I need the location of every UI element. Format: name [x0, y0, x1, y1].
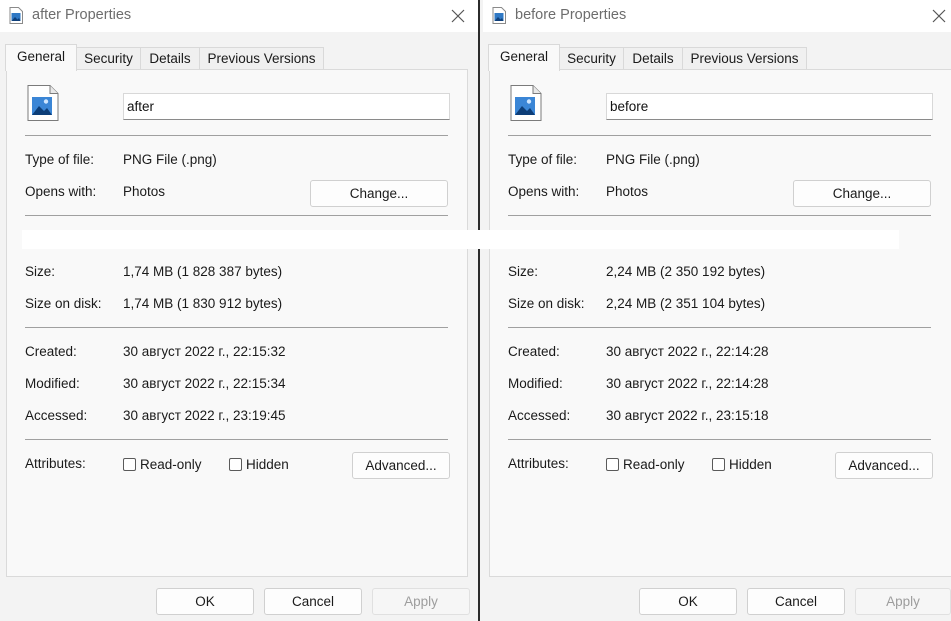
separator [508, 439, 931, 440]
accessed-value: 30 август 2022 г., 23:19:45 [123, 408, 286, 423]
image-file-icon [27, 85, 59, 121]
separator [25, 327, 448, 328]
attributes-label: Attributes: [508, 456, 569, 471]
properties-dialog-before: before Properties General Security Detai… [483, 0, 951, 621]
hidden-label: Hidden [729, 457, 772, 472]
separator [25, 135, 448, 136]
ok-button[interactable]: OK [639, 588, 737, 615]
hidden-label: Hidden [246, 457, 289, 472]
file-name-input[interactable] [123, 93, 450, 120]
advanced-button[interactable]: Advanced... [352, 452, 450, 479]
separator [508, 215, 931, 216]
opens-with-label: Opens with: [508, 184, 580, 199]
modified-value: 30 август 2022 г., 22:15:34 [123, 376, 286, 391]
change-button[interactable]: Change... [793, 180, 931, 207]
read-only-label: Read-only [623, 457, 685, 472]
attributes-label: Attributes: [25, 456, 86, 471]
type-of-file-label: Type of file: [25, 152, 95, 167]
apply-button: Apply [372, 588, 470, 615]
close-icon [451, 9, 465, 23]
tab-details[interactable]: Details [140, 47, 200, 70]
cancel-button[interactable]: Cancel [264, 588, 362, 615]
accessed-label: Accessed: [25, 408, 88, 423]
modified-value: 30 август 2022 г., 22:14:28 [606, 376, 769, 391]
created-value: 30 август 2022 г., 22:14:28 [606, 344, 769, 359]
tab-previous-versions[interactable]: Previous Versions [199, 47, 324, 70]
read-only-checkbox[interactable]: Read-only [123, 457, 202, 472]
size-label: Size: [508, 264, 539, 279]
window-title: before Properties [515, 7, 627, 23]
created-value: 30 август 2022 г., 22:15:32 [123, 344, 286, 359]
size-on-disk-value: 1,74 MB (1 830 912 bytes) [123, 296, 283, 311]
accessed-label: Accessed: [508, 408, 571, 423]
separator [25, 439, 448, 440]
change-button[interactable]: Change... [310, 180, 448, 207]
created-label: Created: [25, 344, 77, 359]
properties-dialog-after: after Properties General Security Detail… [0, 0, 478, 621]
opens-with-value: Photos [123, 184, 166, 199]
advanced-button[interactable]: Advanced... [835, 452, 933, 479]
separator [508, 135, 931, 136]
tab-security[interactable]: Security [76, 47, 141, 70]
read-only-label: Read-only [140, 457, 202, 472]
image-file-icon [9, 7, 23, 24]
type-of-file-value: PNG File (.png) [606, 152, 700, 167]
tab-previous-versions[interactable]: Previous Versions [682, 47, 807, 70]
separator [25, 215, 448, 216]
apply-button: Apply [855, 588, 951, 615]
opens-with-label: Opens with: [25, 184, 97, 199]
accessed-value: 30 август 2022 г., 23:15:18 [606, 408, 769, 423]
created-label: Created: [508, 344, 560, 359]
tab-general[interactable]: General [5, 44, 77, 71]
image-file-icon [492, 7, 506, 24]
size-on-disk-label: Size on disk: [25, 296, 102, 311]
general-panel [489, 69, 951, 577]
image-file-icon [510, 85, 542, 121]
ok-button[interactable]: OK [156, 588, 254, 615]
tab-general[interactable]: General [488, 44, 560, 71]
size-on-disk-value: 2,24 MB (2 351 104 bytes) [606, 296, 766, 311]
separator [508, 327, 931, 328]
size-value: 1,74 MB (1 828 387 bytes) [123, 264, 283, 279]
general-panel [6, 69, 468, 577]
checkbox-box[interactable] [606, 458, 619, 471]
close-button[interactable] [444, 4, 472, 28]
opens-with-value: Photos [606, 184, 649, 199]
modified-label: Modified: [25, 376, 80, 391]
tab-security[interactable]: Security [559, 47, 624, 70]
read-only-checkbox[interactable]: Read-only [606, 457, 685, 472]
title-bar[interactable]: before Properties [483, 0, 951, 32]
type-of-file-value: PNG File (.png) [123, 152, 217, 167]
size-label: Size: [25, 264, 56, 279]
modified-label: Modified: [508, 376, 563, 391]
size-value: 2,24 MB (2 350 192 bytes) [606, 264, 766, 279]
title-bar[interactable]: after Properties [0, 0, 478, 32]
tab-details[interactable]: Details [623, 47, 683, 70]
checkbox-box[interactable] [123, 458, 136, 471]
close-button[interactable] [925, 4, 951, 28]
hidden-checkbox[interactable]: Hidden [712, 457, 772, 472]
window-title: after Properties [32, 7, 132, 23]
close-icon [932, 9, 946, 23]
size-on-disk-label: Size on disk: [508, 296, 585, 311]
type-of-file-label: Type of file: [508, 152, 578, 167]
hidden-checkbox[interactable]: Hidden [229, 457, 289, 472]
cancel-button[interactable]: Cancel [747, 588, 845, 615]
checkbox-box[interactable] [229, 458, 242, 471]
redaction-band [22, 230, 899, 249]
checkbox-box[interactable] [712, 458, 725, 471]
file-name-input[interactable] [606, 93, 933, 120]
